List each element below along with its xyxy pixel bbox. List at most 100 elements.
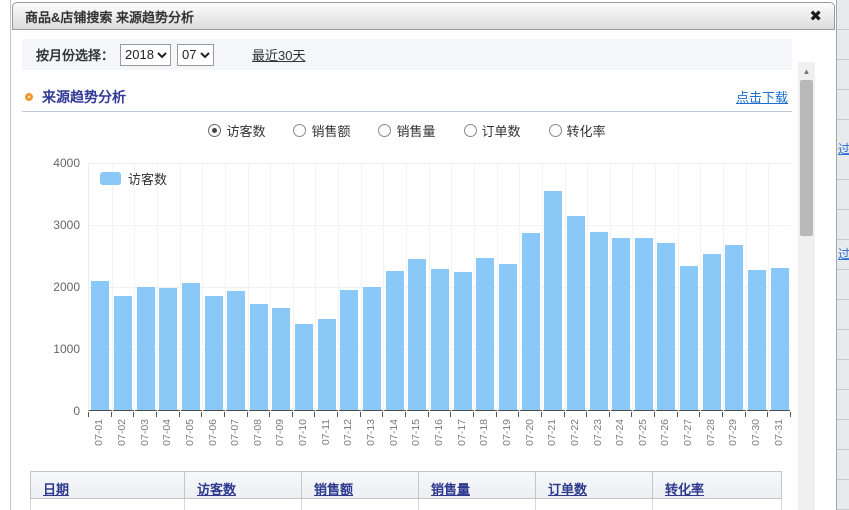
x-axis-tick — [677, 412, 678, 417]
table-header-link[interactable]: 访客数 — [197, 482, 236, 497]
gridline-h — [89, 163, 791, 164]
metric-radio-label: 访客数 — [226, 121, 265, 140]
chart-bar — [227, 291, 245, 410]
background-row — [837, 60, 849, 90]
x-axis-tick — [790, 412, 791, 417]
vertical-scrollbar[interactable]: ▲ ▼ — [798, 62, 815, 510]
background-row — [837, 480, 849, 510]
x-axis-tick — [564, 412, 565, 417]
x-axis-label: 07-07 — [229, 419, 241, 455]
x-axis-tick — [745, 412, 746, 417]
chart-plot-area — [88, 163, 790, 411]
metric-radio-2[interactable]: 销售量 — [378, 121, 435, 140]
trend-analysis-dialog: 商品&店铺搜索 来源趋势分析 ✖ 按月份选择： 2018 07 最近30天 来源… — [12, 2, 835, 510]
x-axis-label: 07-24 — [614, 419, 626, 455]
gridline-v — [248, 163, 249, 411]
x-axis-tick — [473, 412, 474, 417]
table-header-link[interactable]: 转化率 — [665, 482, 704, 497]
x-axis-label: 07-04 — [161, 419, 173, 455]
gridline-v — [700, 163, 701, 411]
x-axis-label: 07-26 — [659, 419, 671, 455]
gridline-v — [474, 163, 475, 411]
table-header-cell: 访客数 — [184, 471, 301, 499]
background-link-fragment: 过 — [838, 140, 849, 157]
x-axis-tick — [609, 412, 610, 417]
table-cell — [301, 499, 418, 510]
background-row — [837, 420, 849, 450]
dialog-body: 按月份选择： 2018 07 最近30天 来源趋势分析 点击下载 访客数销售额销… — [12, 31, 835, 510]
scroll-up-icon[interactable]: ▲ — [798, 64, 815, 80]
close-icon[interactable]: ✖ — [809, 9, 822, 24]
background-row — [837, 180, 849, 210]
chart-bar — [159, 288, 177, 411]
gridline-v — [565, 163, 566, 411]
metric-radio-3[interactable]: 订单数 — [464, 121, 521, 140]
x-axis-tick — [360, 412, 361, 417]
legend-swatch — [100, 172, 121, 185]
table-header-link[interactable]: 销售额 — [314, 482, 353, 497]
table-header-cell: 转化率 — [652, 471, 782, 499]
metric-radio-0[interactable]: 访客数 — [208, 121, 265, 140]
x-axis-tick — [156, 412, 157, 417]
detail-table: 日期 访客数 销售额 销售量 订单数 转化率 — [30, 471, 782, 510]
x-axis-label: 07-25 — [637, 419, 649, 455]
chart-bar — [205, 296, 223, 410]
gridline-v — [655, 163, 656, 411]
table-header-link[interactable]: 销售量 — [431, 482, 470, 497]
recent-30-days-link[interactable]: 最近30天 — [252, 45, 305, 64]
x-axis-label: 07-11 — [320, 419, 332, 455]
background-table-strip: 过过 — [836, 0, 849, 510]
table-cell — [418, 499, 535, 510]
y-axis-label: 4000 — [22, 156, 80, 170]
x-axis-tick — [699, 412, 700, 417]
x-axis-label: 07-03 — [139, 419, 151, 455]
y-axis-label: 2000 — [22, 280, 80, 294]
year-select[interactable]: 2018 — [120, 44, 171, 66]
gridline-v — [270, 163, 271, 411]
background-row — [837, 90, 849, 120]
table-cell — [30, 499, 184, 510]
x-axis-label: 07-18 — [478, 419, 490, 455]
table-header-link[interactable]: 订单数 — [548, 482, 587, 497]
gridline-v — [587, 163, 588, 411]
background-row — [837, 300, 849, 330]
table-cell — [652, 499, 782, 510]
y-axis-label: 0 — [22, 404, 80, 418]
metric-radio-1[interactable]: 销售额 — [293, 121, 350, 140]
gridline-v — [542, 163, 543, 411]
chart-bar — [340, 290, 358, 410]
metric-radio-4[interactable]: 转化率 — [549, 121, 606, 140]
chart-legend[interactable]: 访客数 — [100, 169, 167, 188]
x-axis-label: 07-29 — [727, 419, 739, 455]
x-axis-tick — [133, 412, 134, 417]
x-axis-tick — [722, 412, 723, 417]
table-header-cell: 日期 — [30, 471, 184, 499]
chart-bar — [771, 268, 789, 410]
x-axis-label: 07-13 — [365, 419, 377, 455]
gridline-v — [678, 163, 679, 411]
gridline-v — [632, 163, 633, 411]
table-header-link[interactable]: 日期 — [43, 482, 69, 497]
gridline-v — [315, 163, 316, 411]
x-axis-label: 07-15 — [410, 419, 422, 455]
x-axis-tick — [88, 412, 89, 417]
gridline-v — [361, 163, 362, 411]
gridline-v — [768, 163, 769, 411]
gridline-v — [429, 163, 430, 411]
chart-bar — [657, 243, 675, 410]
download-link[interactable]: 点击下载 — [736, 87, 788, 106]
y-axis-label: 1000 — [22, 342, 80, 356]
x-axis-tick — [224, 412, 225, 417]
scrollbar-thumb[interactable] — [800, 80, 813, 236]
chart-bar — [91, 281, 109, 410]
background-row — [837, 360, 849, 390]
x-axis-tick — [586, 412, 587, 417]
radio-circle-icon — [208, 124, 221, 137]
month-select[interactable]: 07 — [177, 44, 214, 66]
gridline-h — [89, 225, 791, 226]
gridline-v — [497, 163, 498, 411]
chart-bar — [272, 308, 290, 410]
gridline-v — [112, 163, 113, 411]
gridline-v — [383, 163, 384, 411]
chart-bar — [363, 287, 381, 410]
